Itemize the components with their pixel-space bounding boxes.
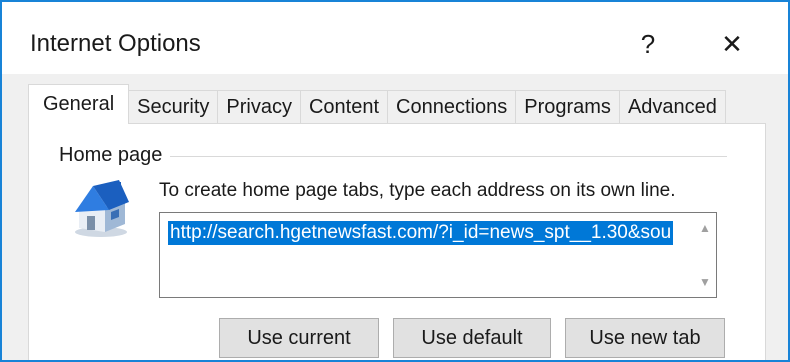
use-current-button[interactable]: Use current <box>219 318 379 358</box>
tab-connections[interactable]: Connections <box>387 90 517 124</box>
home-page-group-label: Home page <box>59 144 171 167</box>
tab-privacy[interactable]: Privacy <box>217 90 301 124</box>
tab-security[interactable]: Security <box>128 90 219 124</box>
dialog-body: General Security Privacy Content Connect… <box>2 74 788 360</box>
home-page-url-textarea[interactable]: http://search.hgetnewsfast.com/?i_id=new… <box>159 212 717 298</box>
url-scrollbar[interactable]: ▲ ▼ <box>694 213 716 297</box>
scroll-down-arrow-icon[interactable]: ▼ <box>698 275 712 289</box>
title-bar[interactable]: Internet Options ? ✕ <box>2 2 788 74</box>
tab-programs[interactable]: Programs <box>515 90 620 124</box>
use-default-button[interactable]: Use default <box>393 318 551 358</box>
general-tab-panel: Home page To create home page tabs, type… <box>28 123 766 360</box>
help-icon: ? <box>640 28 656 59</box>
home-page-buttons: Use current Use default Use new tab <box>219 318 725 358</box>
close-icon: ✕ <box>721 28 743 59</box>
group-divider <box>169 156 727 157</box>
tab-content[interactable]: Content <box>299 90 389 124</box>
tab-advanced[interactable]: Advanced <box>618 90 726 124</box>
help-button[interactable]: ? <box>622 24 674 64</box>
tab-general[interactable]: General <box>28 84 130 124</box>
home-page-instruction: To create home page tabs, type each addr… <box>159 180 676 201</box>
house-icon <box>69 176 133 240</box>
use-new-tab-button[interactable]: Use new tab <box>565 318 725 358</box>
tab-strip: General Security Privacy Content Connect… <box>28 84 726 124</box>
window-title: Internet Options <box>30 30 201 57</box>
close-button[interactable]: ✕ <box>706 24 758 64</box>
scroll-up-arrow-icon[interactable]: ▲ <box>698 221 712 235</box>
internet-options-dialog: Internet Options ? ✕ General Security Pr… <box>0 0 790 362</box>
home-page-url-value[interactable]: http://search.hgetnewsfast.com/?i_id=new… <box>168 221 674 245</box>
